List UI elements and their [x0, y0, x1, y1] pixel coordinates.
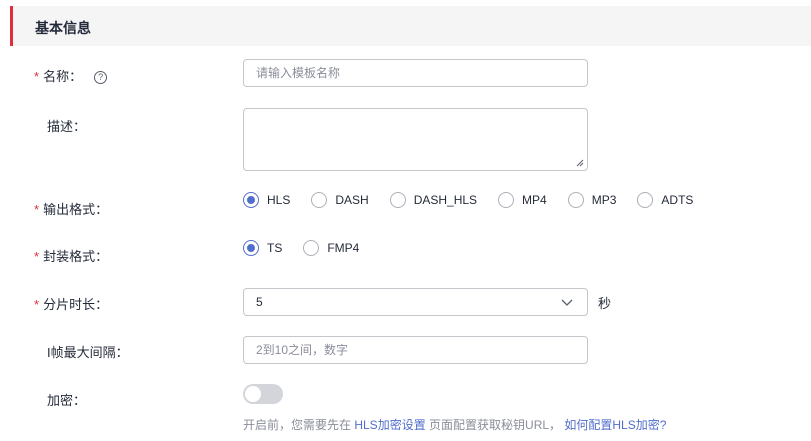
encryption-label: 加密：	[47, 393, 87, 408]
output-format-label-row: * 输出格式：	[34, 199, 108, 218]
radio-label: DASH	[335, 193, 369, 207]
name-input[interactable]: 请输入模板名称	[243, 59, 588, 87]
segment-duration-label-row: * 分片时长：	[34, 294, 108, 313]
radio-fmp4[interactable]: FMP4	[303, 240, 359, 256]
package-format-label-row: * 封装格式：	[34, 246, 108, 265]
i-frame-interval-label: I帧最大间隔：	[47, 345, 129, 360]
required-marker: *	[34, 249, 40, 264]
radio-hls[interactable]: HLS	[243, 192, 290, 208]
radio-label: MP3	[591, 193, 617, 207]
i-frame-interval-input[interactable]: 2到10之间，数字	[243, 336, 588, 364]
encryption-hint: 开启前，您需要先在 HLS加密设置 页面配置获取秘钥URL， 如何配置HLS加密…	[243, 416, 666, 433]
package-format-label: 封装格式：	[43, 249, 109, 264]
radio-label: HLS	[267, 193, 291, 207]
radio-unchecked-icon	[498, 192, 515, 208]
radio-checked-icon	[243, 192, 259, 208]
radio-label: MP4	[522, 193, 547, 207]
hint-text-middle: 页面配置获取秘钥URL，	[425, 418, 565, 432]
radio-unchecked-icon	[567, 192, 584, 208]
hls-encryption-settings-link[interactable]: HLS加密设置	[354, 418, 425, 432]
radio-adts[interactable]: ADTS	[637, 192, 693, 208]
radio-unchecked-icon	[637, 192, 654, 208]
chevron-down-icon	[561, 299, 573, 306]
output-format-label: 输出格式：	[43, 202, 109, 217]
radio-unchecked-icon	[303, 240, 320, 256]
how-to-configure-hls-link[interactable]: 如何配置HLS加密?	[564, 418, 666, 432]
resize-grip-icon[interactable]	[576, 159, 584, 167]
help-icon[interactable]: ?	[94, 71, 108, 84]
radio-unchecked-icon	[389, 192, 406, 208]
toggle-knob	[245, 386, 261, 402]
radio-ts[interactable]: TS	[243, 240, 282, 256]
segment-duration-value: 5	[256, 295, 263, 309]
section-header: 基本信息	[10, 6, 811, 46]
description-label: 描述：	[47, 119, 87, 134]
radio-mp3[interactable]: MP3	[567, 192, 617, 208]
radio-mp4[interactable]: MP4	[498, 192, 547, 208]
radio-label: ADTS	[661, 193, 694, 207]
name-label-row: * 名称：?	[34, 66, 108, 85]
segment-duration-label: 分片时长：	[43, 297, 109, 312]
output-format-radio-group: HLS DASH DASH_HLS MP4 MP3 ADTS	[243, 192, 714, 208]
radio-label: DASH_HLS	[413, 193, 478, 207]
description-textarea[interactable]	[243, 108, 588, 171]
required-marker: *	[34, 297, 40, 312]
radio-unchecked-icon	[311, 192, 328, 208]
segment-duration-select[interactable]: 5	[243, 288, 588, 316]
package-format-radio-group: TS FMP4	[243, 240, 380, 256]
radio-label: TS	[267, 241, 283, 255]
section-title: 基本信息	[35, 20, 91, 36]
radio-label: FMP4	[327, 241, 360, 255]
encryption-toggle[interactable]	[243, 384, 283, 404]
required-marker: *	[34, 69, 40, 84]
radio-checked-icon	[243, 240, 259, 256]
hint-text-prefix: 开启前，您需要先在	[243, 418, 355, 432]
seconds-unit: 秒	[598, 296, 612, 311]
required-marker: *	[34, 202, 40, 217]
radio-dash[interactable]: DASH	[311, 192, 369, 208]
name-label: 名称：	[43, 69, 83, 84]
radio-dash-hls[interactable]: DASH_HLS	[389, 192, 478, 208]
